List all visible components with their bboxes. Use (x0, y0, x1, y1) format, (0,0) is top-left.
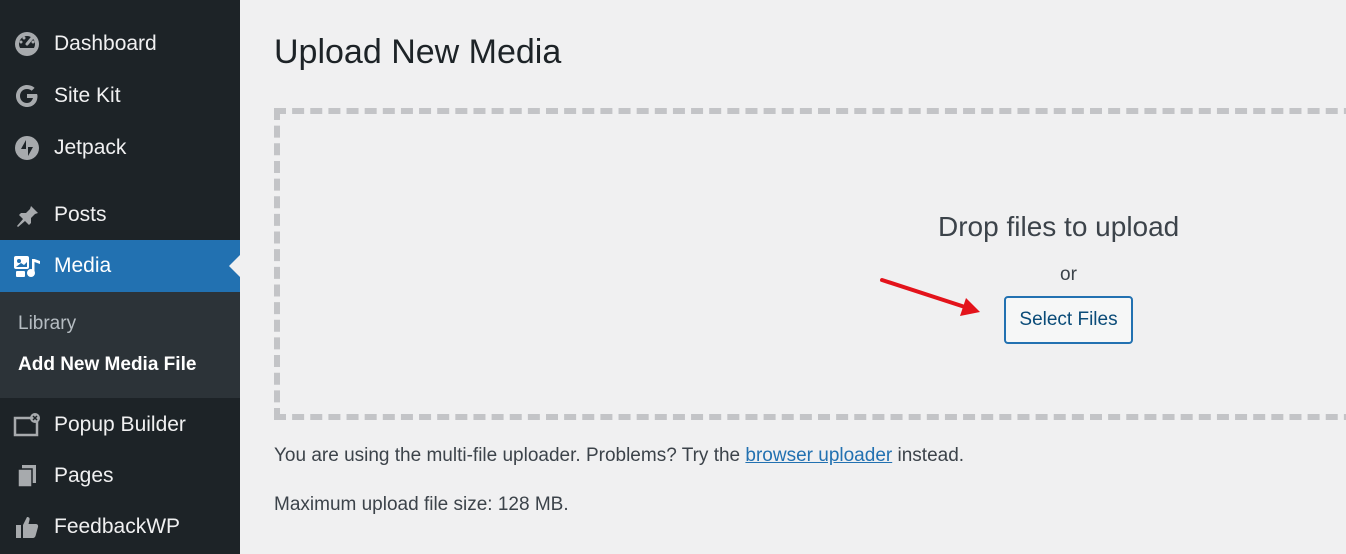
submenu-item-add-new-media-file[interactable]: Add New Media File (18, 354, 196, 376)
info-text-before: You are using the multi-file uploader. P… (274, 445, 746, 466)
google-g-icon (13, 82, 41, 110)
uploader-info-text: You are using the multi-file uploader. P… (274, 445, 964, 467)
page-title: Upload New Media (274, 33, 562, 71)
red-arrow-icon (880, 278, 980, 316)
or-text: or (1060, 264, 1077, 285)
dashboard-icon (13, 30, 41, 58)
sidebar-item-label: Site Kit (54, 84, 121, 107)
pushpin-icon (13, 201, 41, 229)
select-files-button[interactable]: Select Files (1004, 296, 1133, 344)
max-upload-size-text: Maximum upload file size: 128 MB. (274, 494, 569, 515)
media-icon (13, 252, 41, 280)
sidebar-item-site-kit[interactable]: Site Kit (0, 70, 240, 122)
sidebar-item-feedbackwp[interactable]: FeedbackWP (0, 501, 240, 553)
sidebar-item-dashboard[interactable]: Dashboard (0, 18, 240, 70)
sidebar-item-label: Pages (54, 464, 114, 487)
admin-sidebar: Dashboard Site Kit Jetpack Posts Media L… (0, 0, 240, 554)
sidebar-item-posts[interactable]: Posts (0, 189, 240, 241)
sidebar-item-popup-builder[interactable]: Popup Builder (0, 399, 240, 451)
sidebar-item-label: Popup Builder (54, 413, 186, 436)
sidebar-item-label: Dashboard (54, 32, 157, 55)
jetpack-bolt-icon (13, 134, 41, 162)
sidebar-item-label: Jetpack (54, 136, 127, 159)
submenu-item-library[interactable]: Library (18, 313, 76, 335)
sidebar-item-media[interactable]: Media (0, 240, 240, 292)
sidebar-item-label: Media (54, 254, 112, 277)
sidebar-item-jetpack[interactable]: Jetpack (0, 122, 240, 174)
pages-icon (13, 462, 41, 490)
thumbs-up-icon (13, 513, 41, 541)
info-text-after: instead. (892, 445, 965, 466)
drop-zone[interactable] (274, 108, 1346, 420)
sidebar-item-label: Posts (54, 203, 107, 226)
sidebar-item-label: FeedbackWP (54, 515, 181, 538)
sidebar-item-pages[interactable]: Pages (0, 450, 240, 502)
drop-files-text: Drop files to upload (938, 211, 1180, 242)
media-submenu: Library Add New Media File (0, 292, 240, 398)
browser-uploader-link[interactable]: browser uploader (745, 445, 892, 466)
popup-window-icon (13, 411, 41, 439)
